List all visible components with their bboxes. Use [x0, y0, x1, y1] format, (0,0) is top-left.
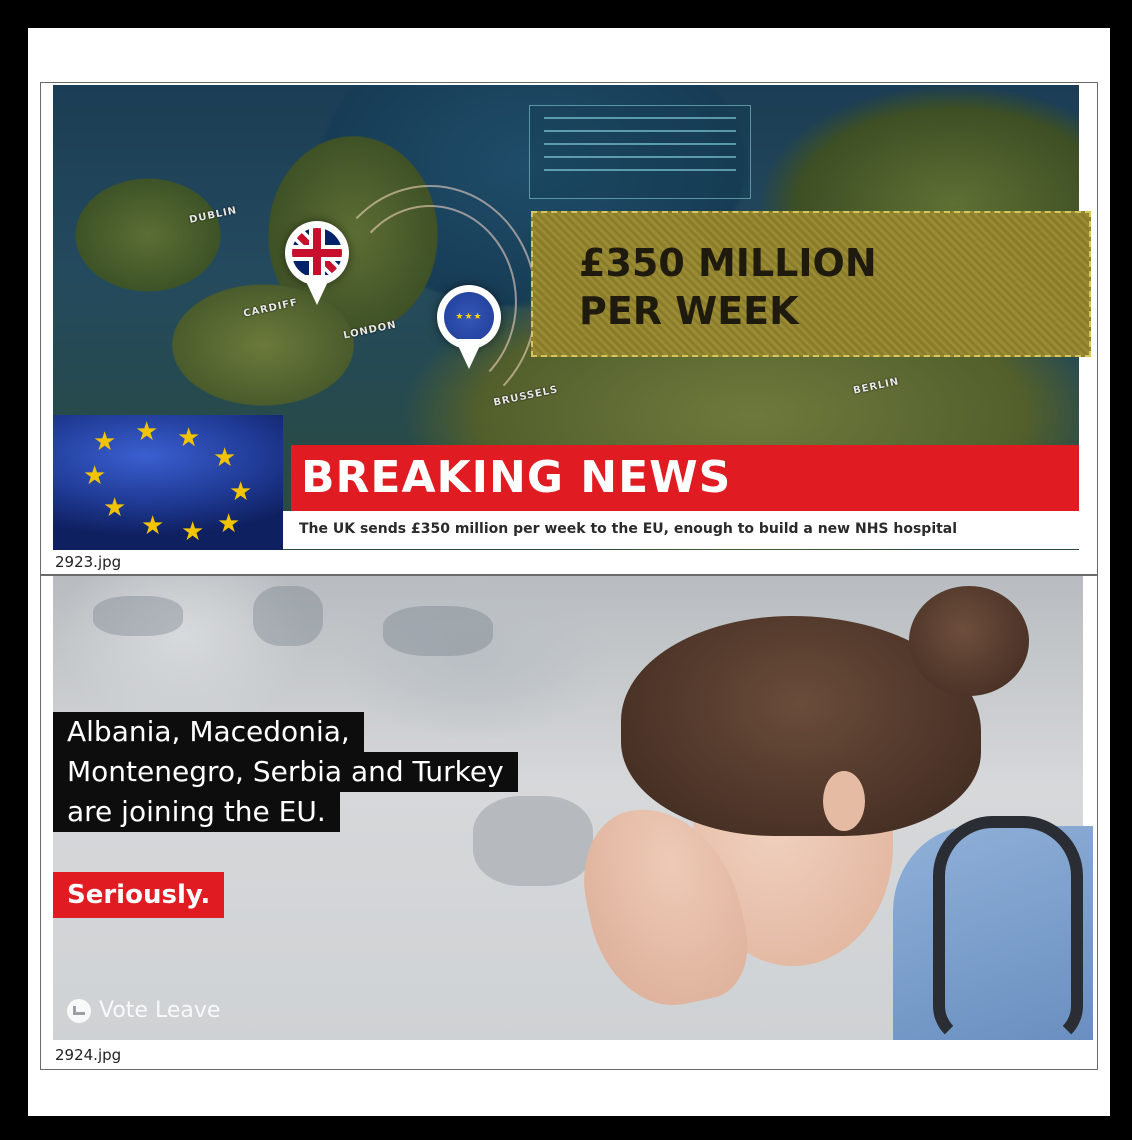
- claim-line-1: Albania, Macedonia,: [53, 712, 364, 752]
- uk-flag-icon: [292, 228, 342, 278]
- map-label-cardiff: CARDIFF: [242, 297, 300, 320]
- uk-location-pin: [285, 221, 349, 305]
- eu-star-icon: ★: [135, 417, 159, 447]
- hud-readout-box: [529, 105, 751, 199]
- headline-box: £350 MILLION PER WEEK: [531, 211, 1091, 357]
- eu-star-icon: ★: [177, 423, 201, 453]
- breaking-news-banner: BREAKING NEWS: [291, 445, 1079, 511]
- headline-amount: £350 MILLION PER WEEK: [579, 241, 877, 333]
- claim-line-2: Montenegro, Serbia and Turkey: [53, 752, 518, 792]
- eu-star-icon: ★: [141, 511, 165, 541]
- news-ticker: The UK sends £350 million per week to th…: [283, 511, 1079, 549]
- vote-leave-logo: Vote Leave: [67, 998, 220, 1023]
- eu-star-icon: ★: [181, 517, 205, 547]
- map-label-dublin: DUBLIN: [188, 205, 239, 226]
- nurse-photo: Albania, Macedonia, Montenegro, Serbia a…: [53, 576, 1093, 1046]
- eu-location-pin: ★★★: [437, 285, 501, 369]
- map-label-berlin: BERLIN: [852, 376, 901, 397]
- nurse-ear: [823, 771, 865, 831]
- eu-star-icon: ★: [83, 461, 107, 491]
- eu-star-icon: ★: [229, 477, 253, 507]
- eu-star-icon: ★: [93, 427, 117, 457]
- eu-flag-photo: ★ ★ ★ ★ ★ ★ ★ ★ ★ ★: [53, 415, 283, 550]
- image-panel-2923: DUBLIN CARDIFF LONDON BRUSSELS BERLIN ★★…: [40, 82, 1098, 575]
- seriously-tag: Seriously.: [53, 872, 225, 918]
- stethoscope: [933, 816, 1083, 1046]
- white-frame: DUBLIN CARDIFF LONDON BRUSSELS BERLIN ★★…: [28, 28, 1110, 1116]
- vote-leave-brand: Vote Leave: [99, 998, 221, 1023]
- eu-star-icon: ★: [217, 509, 241, 539]
- vote-leave-icon: [67, 998, 91, 1023]
- ticker-text: The UK sends £350 million per week to th…: [299, 521, 958, 537]
- nurse-hair-bun: [909, 586, 1029, 696]
- eu-star-icon: ★: [103, 493, 127, 523]
- image-filename-caption: 2924.jpg: [55, 1046, 122, 1064]
- breaking-news-label: BREAKING NEWS: [301, 452, 732, 503]
- claim-line-3: are joining the EU.: [53, 792, 340, 832]
- image-filename-caption: 2923.jpg: [55, 553, 122, 571]
- image-panel-2924: Albania, Macedonia, Montenegro, Serbia a…: [40, 575, 1098, 1070]
- eu-star-icon: ★: [213, 443, 237, 473]
- eu-flag-icon: ★★★: [444, 292, 494, 342]
